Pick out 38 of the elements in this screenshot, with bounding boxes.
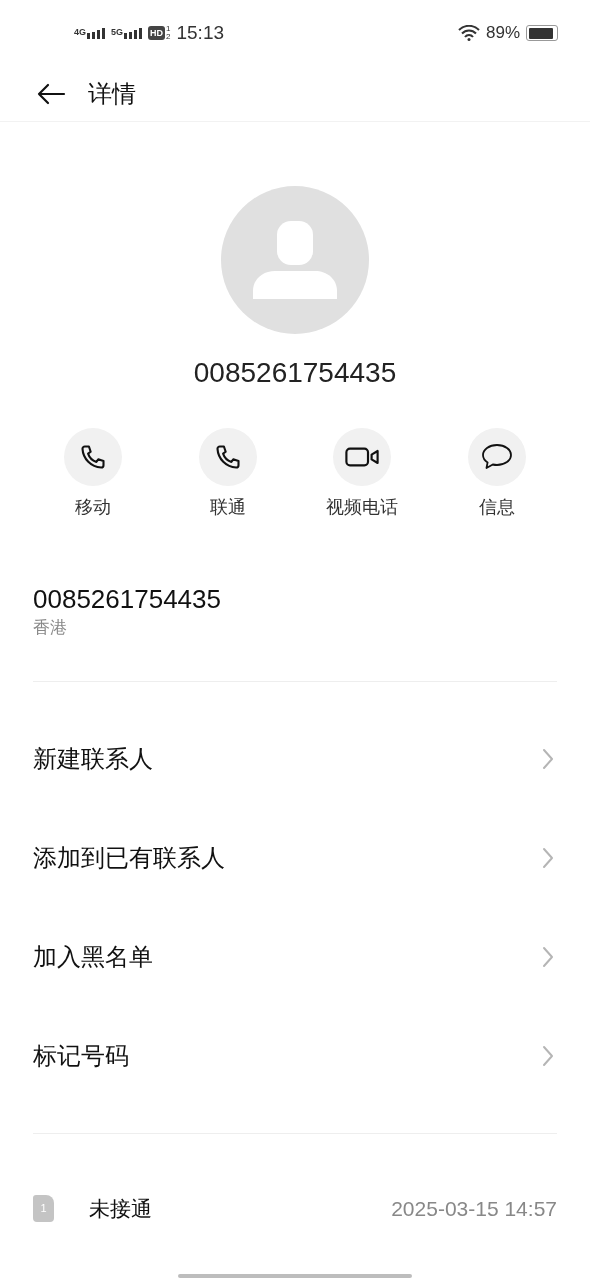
action-label: 移动: [75, 496, 112, 519]
sim-slot-label: 1: [166, 25, 171, 33]
network-label: 5G: [111, 27, 124, 37]
battery-percent: 89%: [485, 22, 520, 45]
sim-card-icon: 1: [33, 1195, 54, 1222]
menu-item[interactable]: 标记号码: [0, 1006, 590, 1106]
action-button[interactable]: 联通: [160, 428, 295, 521]
action-label: 视频电话: [326, 496, 399, 519]
chevron-right-icon: [542, 946, 554, 968]
video-camera-icon: [344, 445, 381, 469]
wifi-icon: [457, 25, 480, 41]
back-arrow-icon[interactable]: [36, 82, 66, 105]
phone-number[interactable]: 0085261754435: [33, 583, 557, 615]
action-label: 联通: [209, 496, 246, 519]
menu-item[interactable]: 加入黑名单: [0, 907, 590, 1007]
clock: 15:13: [176, 20, 225, 45]
action-button[interactable]: 视频电话: [295, 428, 430, 521]
action-button[interactable]: 移动: [26, 428, 161, 521]
call-status: 未接通: [89, 1195, 152, 1222]
sim-slot-label: 2: [166, 33, 171, 41]
hd-badge: HD: [148, 26, 166, 40]
network-label: 4G: [74, 27, 86, 37]
menu-item[interactable]: 添加到已有联系人: [0, 808, 590, 908]
menu-item[interactable]: 新建联系人: [0, 709, 590, 809]
signal-icon: [124, 27, 143, 39]
chevron-right-icon: [542, 1045, 554, 1067]
location-label: 香港: [33, 617, 68, 639]
chevron-right-icon: [542, 748, 554, 770]
speech-bubble-icon: [479, 442, 514, 472]
contact-number: 0085261754435: [193, 356, 397, 390]
person-silhouette-icon: [253, 221, 337, 299]
action-button[interactable]: 信息: [429, 428, 564, 521]
page-title: 详情: [88, 78, 136, 109]
action-label: 信息: [478, 496, 515, 519]
signal-icon: [87, 27, 105, 39]
phone-icon: [79, 443, 108, 471]
chevron-right-icon: [542, 847, 554, 869]
call-time: 2025-03-15 14:57: [391, 1195, 557, 1222]
